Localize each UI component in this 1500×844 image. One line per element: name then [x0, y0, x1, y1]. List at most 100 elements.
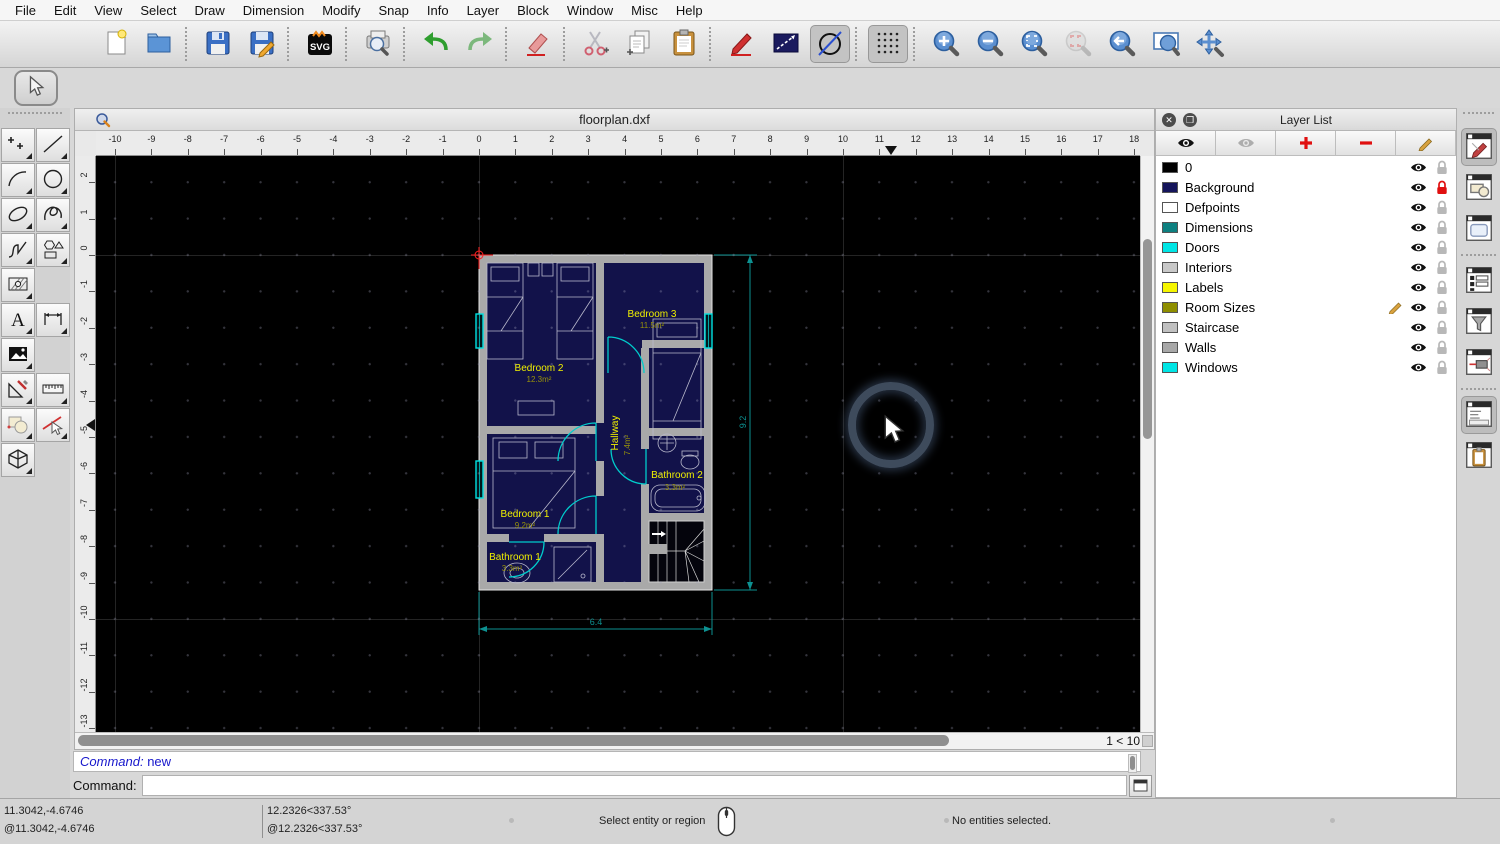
layer-row-interiors[interactable]: Interiors: [1156, 257, 1456, 277]
rect-line-button[interactable]: [766, 25, 806, 63]
cut-button[interactable]: [576, 25, 616, 63]
layer-lock-icon[interactable]: [1436, 240, 1448, 254]
menu-select[interactable]: Select: [131, 3, 185, 18]
zoom-out-button[interactable]: [970, 25, 1010, 63]
layer-lock-icon[interactable]: [1436, 200, 1448, 214]
layer-row-dimensions[interactable]: Dimensions: [1156, 217, 1456, 237]
dock-list-window-button[interactable]: [1461, 262, 1497, 300]
layer-row-labels[interactable]: Labels: [1156, 277, 1456, 297]
dock-command-window-button[interactable]: [1460, 396, 1497, 434]
layer-visibility-eye-icon[interactable]: [1410, 301, 1427, 314]
save-as-button[interactable]: [242, 25, 282, 63]
layer-visibility-eye-icon[interactable]: [1410, 201, 1427, 214]
tool-arc-button[interactable]: [1, 163, 35, 197]
dock-clipboard-window-button[interactable]: [1461, 437, 1497, 475]
layer-visibility-eye-icon[interactable]: [1410, 181, 1427, 194]
layer-row-defpoints[interactable]: Defpoints: [1156, 197, 1456, 217]
layer-visibility-eye-icon[interactable]: [1410, 321, 1427, 334]
layer-panel-titlebar[interactable]: ✕ ❐ Layer List: [1156, 109, 1456, 131]
layer-color-swatch[interactable]: [1162, 221, 1178, 233]
layer-row-0[interactable]: 0: [1156, 157, 1456, 177]
layer-color-swatch[interactable]: [1162, 321, 1178, 333]
dock-filter-window-button[interactable]: [1461, 303, 1497, 341]
tool-snap-restriction-button[interactable]: [36, 408, 70, 442]
layer-row-windows[interactable]: Windows: [1156, 357, 1456, 377]
hide-all-layers-button[interactable]: [1216, 131, 1276, 156]
zoom-auto-button[interactable]: [1014, 25, 1054, 63]
layer-lock-icon[interactable]: [1436, 340, 1448, 354]
layer-color-swatch[interactable]: [1162, 281, 1178, 293]
show-all-layers-button[interactable]: [1156, 131, 1216, 156]
export-svg-button[interactable]: SVG: [300, 25, 340, 63]
remove-layer-button[interactable]: [1336, 131, 1396, 156]
layer-row-doors[interactable]: Doors: [1156, 237, 1456, 257]
layer-color-swatch[interactable]: [1162, 241, 1178, 253]
redo-button[interactable]: [460, 25, 500, 63]
remove-eraser-button[interactable]: [518, 25, 558, 63]
layer-row-background[interactable]: Background: [1156, 177, 1456, 197]
layer-lock-icon[interactable]: [1436, 320, 1448, 334]
canvas-vertical-scrollbar[interactable]: [1140, 156, 1154, 732]
tool-dimension-button[interactable]: [36, 303, 70, 337]
layer-visibility-eye-icon[interactable]: [1410, 261, 1427, 274]
command-input[interactable]: [141, 775, 1127, 796]
tool-line-button[interactable]: [36, 128, 70, 162]
command-history[interactable]: Command: new: [73, 751, 1141, 773]
zoom-back-button[interactable]: [1102, 25, 1142, 63]
dock-drag-handle[interactable]: [1463, 112, 1494, 122]
tool-points-button[interactable]: [1, 128, 35, 162]
layer-visibility-eye-icon[interactable]: [1410, 341, 1427, 354]
palette-drag-handle[interactable]: [8, 112, 62, 126]
menu-block[interactable]: Block: [508, 3, 558, 18]
drawing-canvas[interactable]: Bedroom 2 12.3m² Bedroom 3 11.5m² Bedroo…: [96, 156, 1140, 732]
tool-measure-button[interactable]: [1, 373, 35, 407]
tool-spline-button[interactable]: [36, 198, 70, 232]
dock-laser-window-button[interactable]: [1461, 344, 1497, 382]
layer-lock-icon[interactable]: [1436, 260, 1448, 274]
tool-ellipse-button[interactable]: [1, 198, 35, 232]
tool-text-button[interactable]: A: [1, 303, 35, 337]
menu-layer[interactable]: Layer: [458, 3, 509, 18]
menu-info[interactable]: Info: [418, 3, 458, 18]
save-button[interactable]: [198, 25, 238, 63]
layer-row-room-sizes[interactable]: Room Sizes: [1156, 297, 1456, 317]
zoom-in-button[interactable]: [926, 25, 966, 63]
menu-misc[interactable]: Misc: [622, 3, 667, 18]
layer-visibility-eye-icon[interactable]: [1410, 241, 1427, 254]
print-preview-button[interactable]: [358, 25, 398, 63]
tool-polygon-button[interactable]: [36, 233, 70, 267]
snap-grid-button[interactable]: [868, 25, 908, 63]
layer-lock-icon[interactable]: [1436, 180, 1448, 194]
add-layer-button[interactable]: [1276, 131, 1336, 156]
layer-color-swatch[interactable]: [1162, 161, 1178, 173]
pen-edit-button[interactable]: [722, 25, 762, 63]
layer-visibility-eye-icon[interactable]: [1410, 361, 1427, 374]
zoom-pan-button[interactable]: [1190, 25, 1230, 63]
undo-button[interactable]: [416, 25, 456, 63]
dock-blocks-window-button[interactable]: [1461, 169, 1497, 207]
snap-free-button[interactable]: [810, 25, 850, 63]
tool-modify-button[interactable]: [1, 408, 35, 442]
tool-ruler-tool-button[interactable]: [36, 373, 70, 407]
layer-lock-icon[interactable]: [1436, 360, 1448, 374]
open-file-button[interactable]: [140, 25, 180, 63]
menu-help[interactable]: Help: [667, 3, 712, 18]
command-history-scrollbar[interactable]: [1128, 754, 1137, 773]
menu-draw[interactable]: Draw: [185, 3, 233, 18]
hscroll-thumb[interactable]: [78, 735, 949, 746]
menu-modify[interactable]: Modify: [313, 3, 369, 18]
new-file-button[interactable]: [96, 25, 136, 63]
layer-color-swatch[interactable]: [1162, 361, 1178, 373]
layer-color-swatch[interactable]: [1162, 301, 1178, 313]
layer-lock-icon[interactable]: [1436, 300, 1448, 314]
tool-circle-button[interactable]: [36, 163, 70, 197]
modify-layer-button[interactable]: [1396, 131, 1456, 156]
layer-visibility-eye-icon[interactable]: [1410, 281, 1427, 294]
layer-visibility-eye-icon[interactable]: [1410, 161, 1427, 174]
layer-row-walls[interactable]: Walls: [1156, 337, 1456, 357]
layer-lock-icon[interactable]: [1436, 220, 1448, 234]
layer-color-swatch[interactable]: [1162, 341, 1178, 353]
menu-file[interactable]: File: [6, 3, 45, 18]
layer-color-swatch[interactable]: [1162, 261, 1178, 273]
menu-edit[interactable]: Edit: [45, 3, 85, 18]
